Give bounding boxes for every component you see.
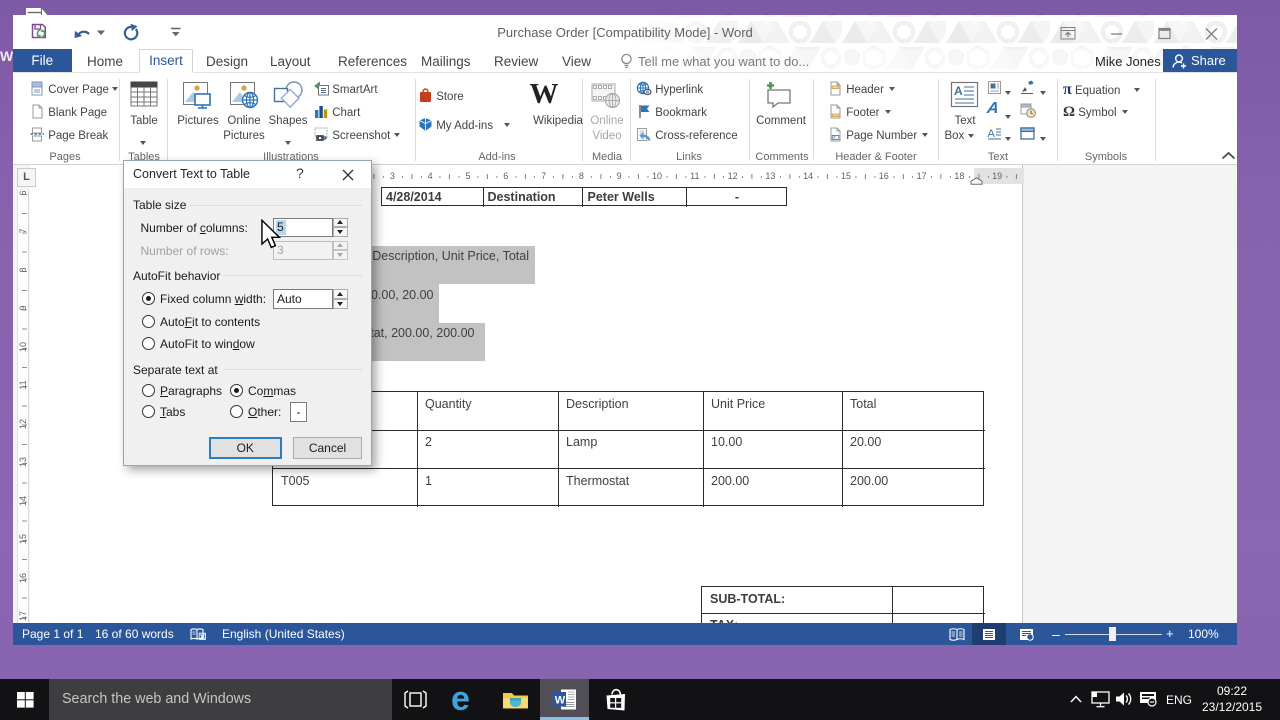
svg-text:A: A [988,128,996,140]
svg-text:A: A [954,84,963,98]
svg-text:W: W [555,695,566,707]
